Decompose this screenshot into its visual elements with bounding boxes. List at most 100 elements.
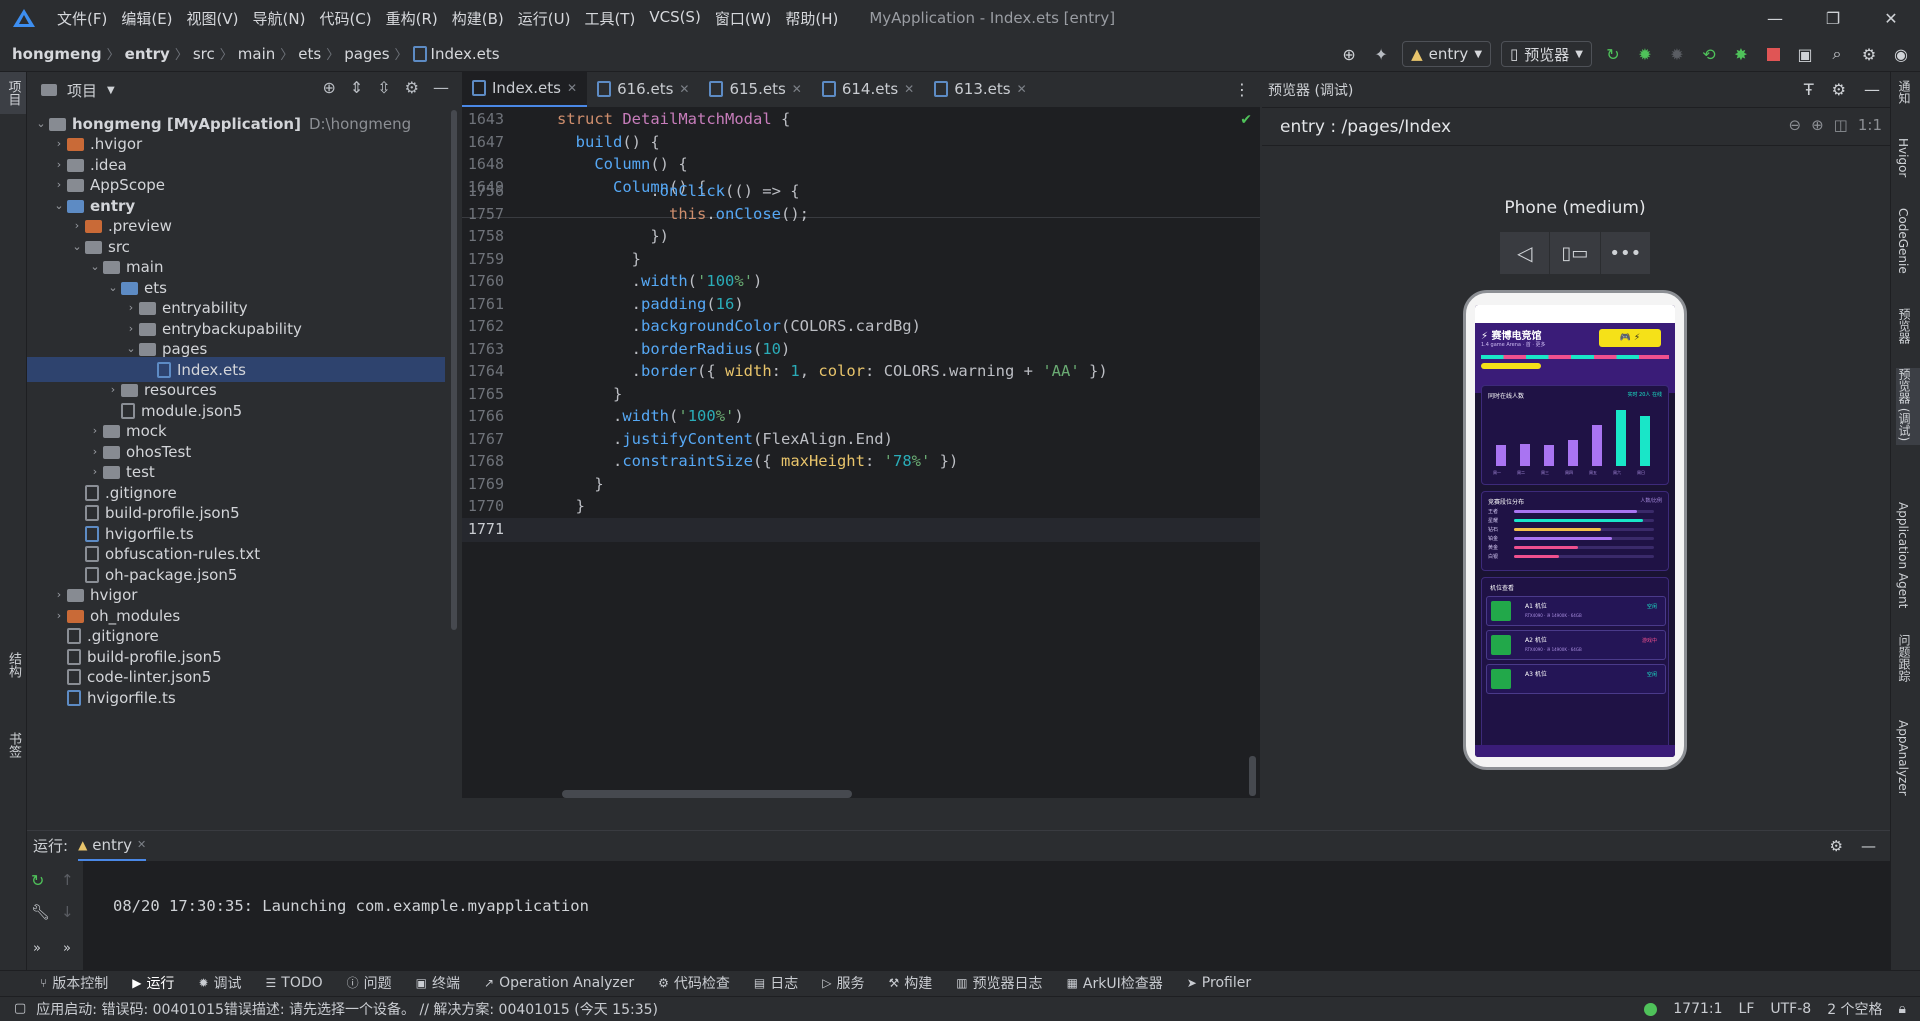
bottom-tool-button[interactable]: ▥ 预览器日志: [956, 973, 1042, 993]
file-encoding[interactable]: UTF-8: [1770, 1001, 1811, 1017]
rerun-icon[interactable]: ↻: [1602, 43, 1624, 65]
close-icon[interactable]: ✕: [137, 838, 146, 851]
chevron-down-icon[interactable]: ▼: [107, 85, 115, 96]
arrow-down-icon[interactable]: ↓: [61, 903, 74, 921]
chevron-right-icon[interactable]: ›: [51, 178, 67, 191]
chevron-right-icon[interactable]: ›: [87, 424, 103, 437]
menu-item[interactable]: 代码(C): [312, 8, 378, 29]
menu-item[interactable]: 视图(V): [180, 8, 246, 29]
menu-item[interactable]: 运行(U): [511, 8, 578, 29]
chevron-right-icon[interactable]: ›: [105, 383, 121, 396]
bottom-tool-button[interactable]: ▦ ArkUI检查器: [1067, 973, 1163, 993]
more-options-button[interactable]: •••: [1601, 232, 1650, 274]
menu-item[interactable]: 工具(T): [577, 8, 642, 29]
breadcrumb-item[interactable]: Index.ets: [431, 45, 500, 63]
bottom-tool-button[interactable]: ⚒ 构建: [888, 973, 932, 993]
chevron-down-icon[interactable]: ⌄: [51, 199, 67, 212]
bottom-tool-button[interactable]: ☰ TODO: [266, 975, 323, 991]
menu-item[interactable]: 文件(F): [50, 8, 114, 29]
right-tool-button[interactable]: 通知: [1896, 80, 1920, 108]
editor-tab[interactable]: 616.ets ✕: [587, 71, 699, 107]
breadcrumb-item[interactable]: hongmeng: [12, 45, 102, 63]
locate-icon[interactable]: ⊕: [322, 78, 335, 97]
font-icon[interactable]: Ŧ: [1804, 80, 1814, 99]
run-config-select[interactable]: ▲ entry ▼: [1402, 41, 1492, 67]
right-tool-button[interactable]: Application Agent: [1896, 502, 1920, 612]
right-tool-button[interactable]: 预览器 (调试): [1896, 368, 1920, 446]
run-tab[interactable]: ▲ entry ✕: [78, 831, 147, 861]
hide-panel-icon[interactable]: —: [1861, 837, 1876, 855]
actual-size-icon[interactable]: 1:1: [1858, 116, 1882, 134]
bottom-tool-button[interactable]: ▤ 日志: [754, 973, 798, 993]
chevron-right-icon[interactable]: ›: [123, 322, 139, 335]
right-tool-button[interactable]: Hvigor: [1896, 138, 1910, 181]
collapse-all-icon[interactable]: ⇳: [377, 78, 390, 97]
target-icon[interactable]: ⊕: [1338, 43, 1360, 65]
wrench-icon[interactable]: 🔧︎: [31, 903, 50, 921]
settings-icon[interactable]: ⚙: [1830, 837, 1843, 855]
menu-item[interactable]: 窗口(W): [708, 8, 779, 29]
chevron-right-icon[interactable]: ›: [51, 609, 67, 622]
bottom-tool-button[interactable]: ⚙ 代码检查: [658, 973, 730, 993]
editor-tab[interactable]: 615.ets ✕: [699, 71, 811, 107]
chevron-down-icon[interactable]: ⌄: [33, 117, 49, 130]
zoom-out-icon[interactable]: ⊖: [1789, 116, 1802, 134]
profile-icon[interactable]: ✸: [1730, 43, 1752, 65]
arrow-up-icon[interactable]: ↑: [61, 871, 74, 889]
settings-icon[interactable]: ⚙: [1832, 80, 1846, 99]
bottom-tool-button[interactable]: ✹ 调试: [198, 973, 241, 993]
breadcrumb-item[interactable]: src: [193, 45, 215, 63]
bottom-tool-button[interactable]: ➤ Profiler: [1187, 975, 1251, 991]
project-tool-button[interactable]: 项目: [0, 72, 26, 114]
bottom-tab-bar[interactable]: [1475, 745, 1675, 757]
bug-icon[interactable]: ✦: [1370, 43, 1392, 65]
breadcrumb-item[interactable]: main: [238, 45, 275, 63]
vertical-scrollbar[interactable]: [1249, 756, 1256, 796]
zoom-in-icon[interactable]: ⊕: [1811, 116, 1824, 134]
attach-debugger-icon[interactable]: ✹: [1666, 43, 1688, 65]
machine-item[interactable]: A2 机位 游戏中 RTX4090 · i9 14900K · 64GB: [1486, 630, 1666, 660]
editor-tab[interactable]: Index.ets ✕: [462, 71, 588, 107]
right-tool-button[interactable]: AppAnalyzer: [1896, 720, 1910, 800]
bottom-tool-button[interactable]: ▣ 终端: [416, 973, 460, 993]
game-button[interactable]: 🎮 ⚡: [1599, 329, 1661, 347]
menu-item[interactable]: 帮助(H): [778, 8, 845, 29]
lock-icon[interactable]: 🔒︎: [1899, 1001, 1906, 1017]
search-icon[interactable]: ⌕: [1826, 43, 1848, 65]
editor-tab[interactable]: 614.ets ✕: [812, 71, 924, 107]
machine-item[interactable]: A1 机位 空闲 RTX4090 · i9 14900K · 64GB: [1486, 596, 1666, 626]
menu-item[interactable]: 重构(R): [379, 8, 445, 29]
menu-item[interactable]: 导航(N): [246, 8, 313, 29]
more-tabs-icon[interactable]: ⋮: [1234, 80, 1250, 99]
bottom-tool-button[interactable]: ⑂ 版本控制: [40, 973, 108, 993]
menu-item[interactable]: 编辑(E): [114, 8, 179, 29]
close-tab-icon[interactable]: ✕: [904, 82, 914, 96]
phone-screen[interactable]: ⚡ 赛博电竞馆 1.4 game Arena · 首 · 更多 🎮 ⚡ 同时在线…: [1475, 305, 1675, 757]
status-message[interactable]: 应用启动: 错误码: 00401015错误描述: 请先选择一个设备。 // 解决…: [36, 999, 658, 1019]
rerun-icon[interactable]: ↻: [31, 871, 44, 890]
stop-icon[interactable]: [1762, 43, 1784, 65]
bottom-tool-button[interactable]: ▷ 服务: [822, 973, 864, 993]
chevron-right-icon[interactable]: ›: [51, 158, 67, 171]
chevron-down-icon[interactable]: ⌄: [123, 342, 139, 355]
chevron-right-icon[interactable]: ›: [51, 137, 67, 150]
chevron-right-icon[interactable]: ›: [87, 445, 103, 458]
status-panel-icon[interactable]: ▢: [14, 1001, 26, 1016]
chevron-down-icon[interactable]: ⌄: [69, 240, 85, 253]
breadcrumb-item[interactable]: ets: [298, 45, 321, 63]
chevron-down-icon[interactable]: ⌄: [87, 260, 103, 273]
bottom-tool-button[interactable]: ⓘ 问题: [347, 973, 392, 993]
minimize-button[interactable]: —: [1746, 0, 1804, 36]
bottom-tool-button[interactable]: ↗ Operation Analyzer: [484, 975, 634, 991]
line-separator[interactable]: LF: [1739, 1001, 1755, 1017]
hide-panel-icon[interactable]: —: [1864, 80, 1880, 99]
menu-item[interactable]: VCS(S): [642, 8, 707, 29]
right-tool-button[interactable]: 预览器: [1896, 308, 1920, 348]
breadcrumb-item[interactable]: pages: [344, 45, 389, 63]
menu-item[interactable]: 构建(B): [445, 8, 511, 29]
expand-all-icon[interactable]: ⇕: [350, 78, 363, 97]
editor-tab[interactable]: 613.ets ✕: [924, 71, 1036, 107]
back-button[interactable]: ◁: [1500, 232, 1549, 274]
chevron-right-icon[interactable]: ›: [69, 219, 85, 232]
more-icon[interactable]: »: [63, 941, 71, 956]
